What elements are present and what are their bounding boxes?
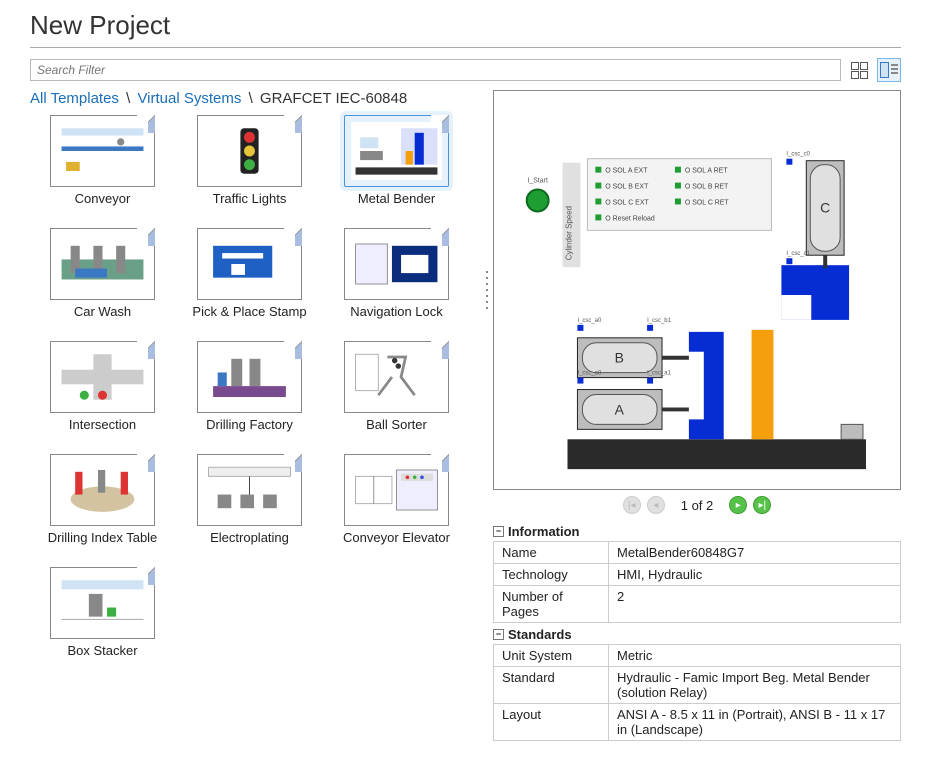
svg-text:O SOL C RET: O SOL C RET <box>685 199 730 206</box>
template-label: Metal Bender <box>358 191 435 206</box>
svg-text:I_csc_a0: I_csc_a0 <box>578 371 603 377</box>
template-label: Pick & Place Stamp <box>192 304 306 319</box>
template-conveyor[interactable]: Conveyor <box>35 115 170 206</box>
information-table: NameMetalBender60848G7 TechnologyHMI, Hy… <box>493 541 901 623</box>
svg-text:O SOL C EXT: O SOL C EXT <box>605 199 649 206</box>
breadcrumb-separator: \ <box>123 90 133 107</box>
std-unit-label: Unit System <box>494 645 609 667</box>
template-label: Intersection <box>69 417 136 432</box>
template-label: Conveyor <box>75 191 131 206</box>
page-title: New Project <box>30 10 901 41</box>
svg-text:I_csc_b1: I_csc_b1 <box>647 318 672 324</box>
template-label: Drilling Index Table <box>48 530 158 545</box>
preview-pager: |◂ ◂ 1 of 2 ▸ ▸| <box>493 490 901 520</box>
standards-header[interactable]: − Standards <box>493 627 901 642</box>
template-label: Ball Sorter <box>366 417 427 432</box>
template-ball-sorter[interactable]: Ball Sorter <box>329 341 464 432</box>
svg-text:I_csc_a0: I_csc_a0 <box>578 318 603 324</box>
info-pages-label: Number of Pages <box>494 586 609 623</box>
collapse-icon: − <box>493 629 504 640</box>
svg-text:Cylinder Speed: Cylinder Speed <box>565 206 574 260</box>
breadcrumb-all-templates[interactable]: All Templates <box>30 90 119 107</box>
breadcrumb-separator: \ <box>246 90 256 107</box>
template-preview: A B C <box>493 90 901 490</box>
standards-table: Unit SystemMetric StandardHydraulic - Fa… <box>493 644 901 741</box>
pager-prev-button[interactable]: ◂ <box>647 496 665 514</box>
template-label: Navigation Lock <box>350 304 443 319</box>
template-pick-place-stamp[interactable]: Pick & Place Stamp <box>182 228 317 319</box>
template-label: Box Stacker <box>67 643 137 658</box>
svg-text:O Reset Reload: O Reset Reload <box>605 215 655 222</box>
template-grid: Conveyor Traffic Lights Metal Bender Car… <box>30 115 473 658</box>
template-electroplating[interactable]: Electroplating <box>182 454 317 545</box>
svg-text:C: C <box>820 199 830 215</box>
toolbar <box>30 58 901 82</box>
view-details-button[interactable] <box>877 58 901 82</box>
breadcrumb-virtual-systems[interactable]: Virtual Systems <box>137 90 241 107</box>
template-car-wash[interactable]: Car Wash <box>35 228 170 319</box>
svg-text:O SOL B RET: O SOL B RET <box>685 184 729 191</box>
svg-text:O SOL B EXT: O SOL B EXT <box>605 184 649 191</box>
collapse-icon: − <box>493 526 504 537</box>
svg-text:I_csc_c1: I_csc_c1 <box>787 251 811 257</box>
svg-text:B: B <box>615 350 624 366</box>
std-layout-label: Layout <box>494 704 609 741</box>
info-tech-label: Technology <box>494 564 609 586</box>
template-navigation-lock[interactable]: Navigation Lock <box>329 228 464 319</box>
std-unit-value: Metric <box>609 645 901 667</box>
info-name-label: Name <box>494 542 609 564</box>
template-box-stacker[interactable]: Box Stacker <box>35 567 170 658</box>
template-conveyor-elevator[interactable]: Conveyor Elevator <box>329 454 464 545</box>
standards-header-label: Standards <box>508 627 572 642</box>
pager-text: 1 of 2 <box>671 498 724 513</box>
template-label: Electroplating <box>210 530 289 545</box>
svg-text:I_csc_c0: I_csc_c0 <box>787 152 811 158</box>
breadcrumb-current: GRAFCET IEC-60848 <box>260 90 407 107</box>
view-small-icons-button[interactable] <box>847 58 871 82</box>
template-label: Drilling Factory <box>206 417 293 432</box>
svg-text:I_Start: I_Start <box>528 178 549 185</box>
template-traffic-lights[interactable]: Traffic Lights <box>182 115 317 206</box>
information-header-label: Information <box>508 524 580 539</box>
template-metal-bender[interactable]: Metal Bender <box>329 115 464 206</box>
pager-next-button[interactable]: ▸ <box>729 496 747 514</box>
std-standard-label: Standard <box>494 667 609 704</box>
svg-text:A: A <box>615 401 625 417</box>
pager-first-button[interactable]: |◂ <box>623 496 641 514</box>
svg-text:I_csc_a1: I_csc_a1 <box>647 371 672 377</box>
information-header[interactable]: − Information <box>493 524 901 539</box>
pager-last-button[interactable]: ▸| <box>753 496 771 514</box>
svg-text:O SOL A EXT: O SOL A EXT <box>605 168 648 175</box>
search-input[interactable] <box>30 59 841 81</box>
template-label: Traffic Lights <box>213 191 287 206</box>
template-intersection[interactable]: Intersection <box>35 341 170 432</box>
std-standard-value: Hydraulic - Famic Import Beg. Metal Bend… <box>609 667 901 704</box>
info-tech-value: HMI, Hydraulic <box>609 564 901 586</box>
std-layout-value: ANSI A - 8.5 x 11 in (Portrait), ANSI B … <box>609 704 901 741</box>
template-drilling-index-table[interactable]: Drilling Index Table <box>35 454 170 545</box>
breadcrumb: All Templates \ Virtual Systems \ GRAFCE… <box>30 90 473 107</box>
svg-text:O SOL A RET: O SOL A RET <box>685 168 728 175</box>
template-label: Conveyor Elevator <box>343 530 450 545</box>
template-label: Car Wash <box>74 304 131 319</box>
template-drilling-factory[interactable]: Drilling Factory <box>182 341 317 432</box>
info-pages-value: 2 <box>609 586 901 623</box>
info-name-value: MetalBender60848G7 <box>609 542 901 564</box>
divider <box>30 47 901 48</box>
